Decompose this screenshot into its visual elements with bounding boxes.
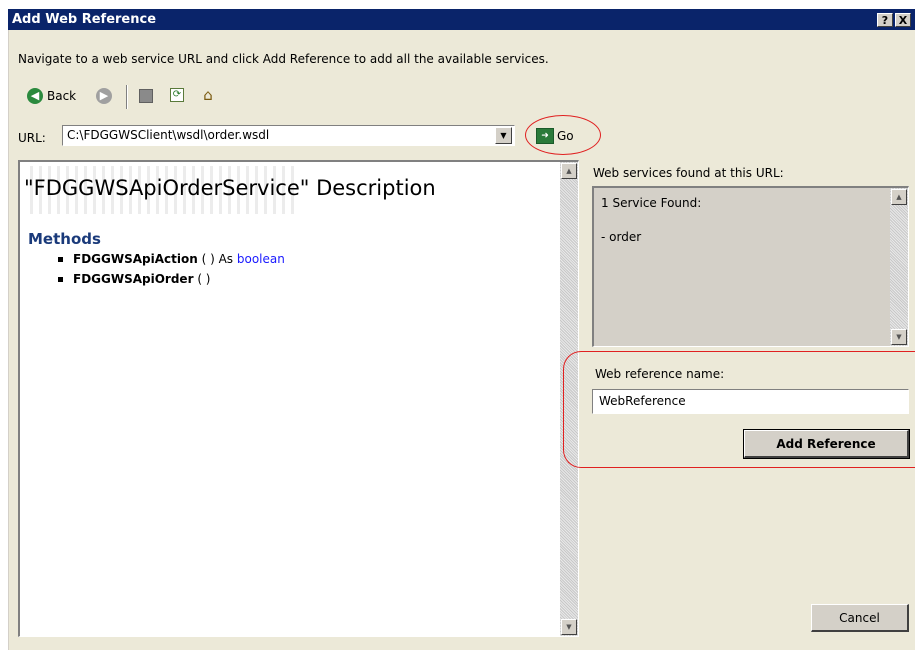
url-dropdown-button[interactable]: ▼ bbox=[495, 127, 512, 144]
bullet-icon bbox=[58, 257, 63, 262]
method-name[interactable]: FDGGWSApiAction bbox=[73, 252, 198, 266]
description-pane[interactable]: "FDGGWSApiOrderService" Description Meth… bbox=[18, 160, 579, 637]
window-title: Add Web Reference bbox=[12, 12, 157, 27]
scroll-up-icon[interactable]: ▲ bbox=[891, 189, 907, 205]
services-found-label: Web services found at this URL: bbox=[593, 166, 784, 180]
chevron-down-icon: ▼ bbox=[500, 131, 507, 140]
scroll-down-icon[interactable]: ▼ bbox=[561, 619, 577, 635]
forward-button[interactable]: ▶ bbox=[96, 88, 112, 104]
reference-name-label: Web reference name: bbox=[595, 367, 725, 381]
scroll-down-icon[interactable]: ▼ bbox=[891, 329, 907, 345]
stop-icon[interactable] bbox=[139, 89, 153, 103]
help-button[interactable]: ? bbox=[877, 13, 893, 27]
url-value: C:\FDGGWSClient\wsdl\order.wsdl bbox=[67, 128, 270, 142]
method-item: FDGGWSApiOrder ( ) bbox=[58, 272, 211, 286]
back-label: Back bbox=[47, 89, 77, 103]
services-scrollbar[interactable]: ▲ ▼ bbox=[890, 188, 908, 346]
description-title: "FDGGWSApiOrderService" Description bbox=[24, 176, 436, 200]
back-arrow-icon: ◀ bbox=[27, 88, 43, 104]
scroll-up-icon[interactable]: ▲ bbox=[561, 163, 577, 179]
instructions-text: Navigate to a web service URL and click … bbox=[18, 52, 549, 66]
back-button[interactable]: ◀ Back bbox=[27, 88, 76, 104]
method-name[interactable]: FDGGWSApiOrder bbox=[73, 272, 194, 286]
forward-arrow-icon: ▶ bbox=[96, 88, 112, 104]
title-bar: Add Web Reference bbox=[8, 9, 915, 30]
refresh-icon[interactable]: ⟳ bbox=[170, 88, 184, 102]
method-item: FDGGWSApiAction ( ) As boolean bbox=[58, 252, 285, 266]
url-combobox[interactable]: C:\FDGGWSClient\wsdl\order.wsdl bbox=[62, 125, 515, 146]
url-label: URL: bbox=[18, 131, 46, 145]
method-return-type[interactable]: boolean bbox=[237, 252, 285, 266]
close-button[interactable]: X bbox=[895, 13, 911, 27]
bullet-icon bbox=[58, 277, 63, 282]
reference-name-input[interactable]: WebReference bbox=[592, 389, 909, 414]
home-icon[interactable]: ⌂ bbox=[200, 87, 216, 103]
cancel-button[interactable]: Cancel bbox=[811, 604, 909, 632]
services-list[interactable]: 1 Service Found: - order ▲ ▼ bbox=[592, 186, 909, 347]
add-reference-button[interactable]: Add Reference bbox=[743, 429, 910, 459]
services-count: 1 Service Found: bbox=[601, 196, 702, 210]
methods-heading: Methods bbox=[28, 230, 101, 248]
highlight-ellipse bbox=[525, 115, 601, 155]
method-signature: ( ) As bbox=[197, 252, 237, 266]
method-signature: ( ) bbox=[193, 272, 211, 286]
service-item: - order bbox=[601, 230, 642, 244]
toolbar-separator bbox=[126, 85, 128, 109]
